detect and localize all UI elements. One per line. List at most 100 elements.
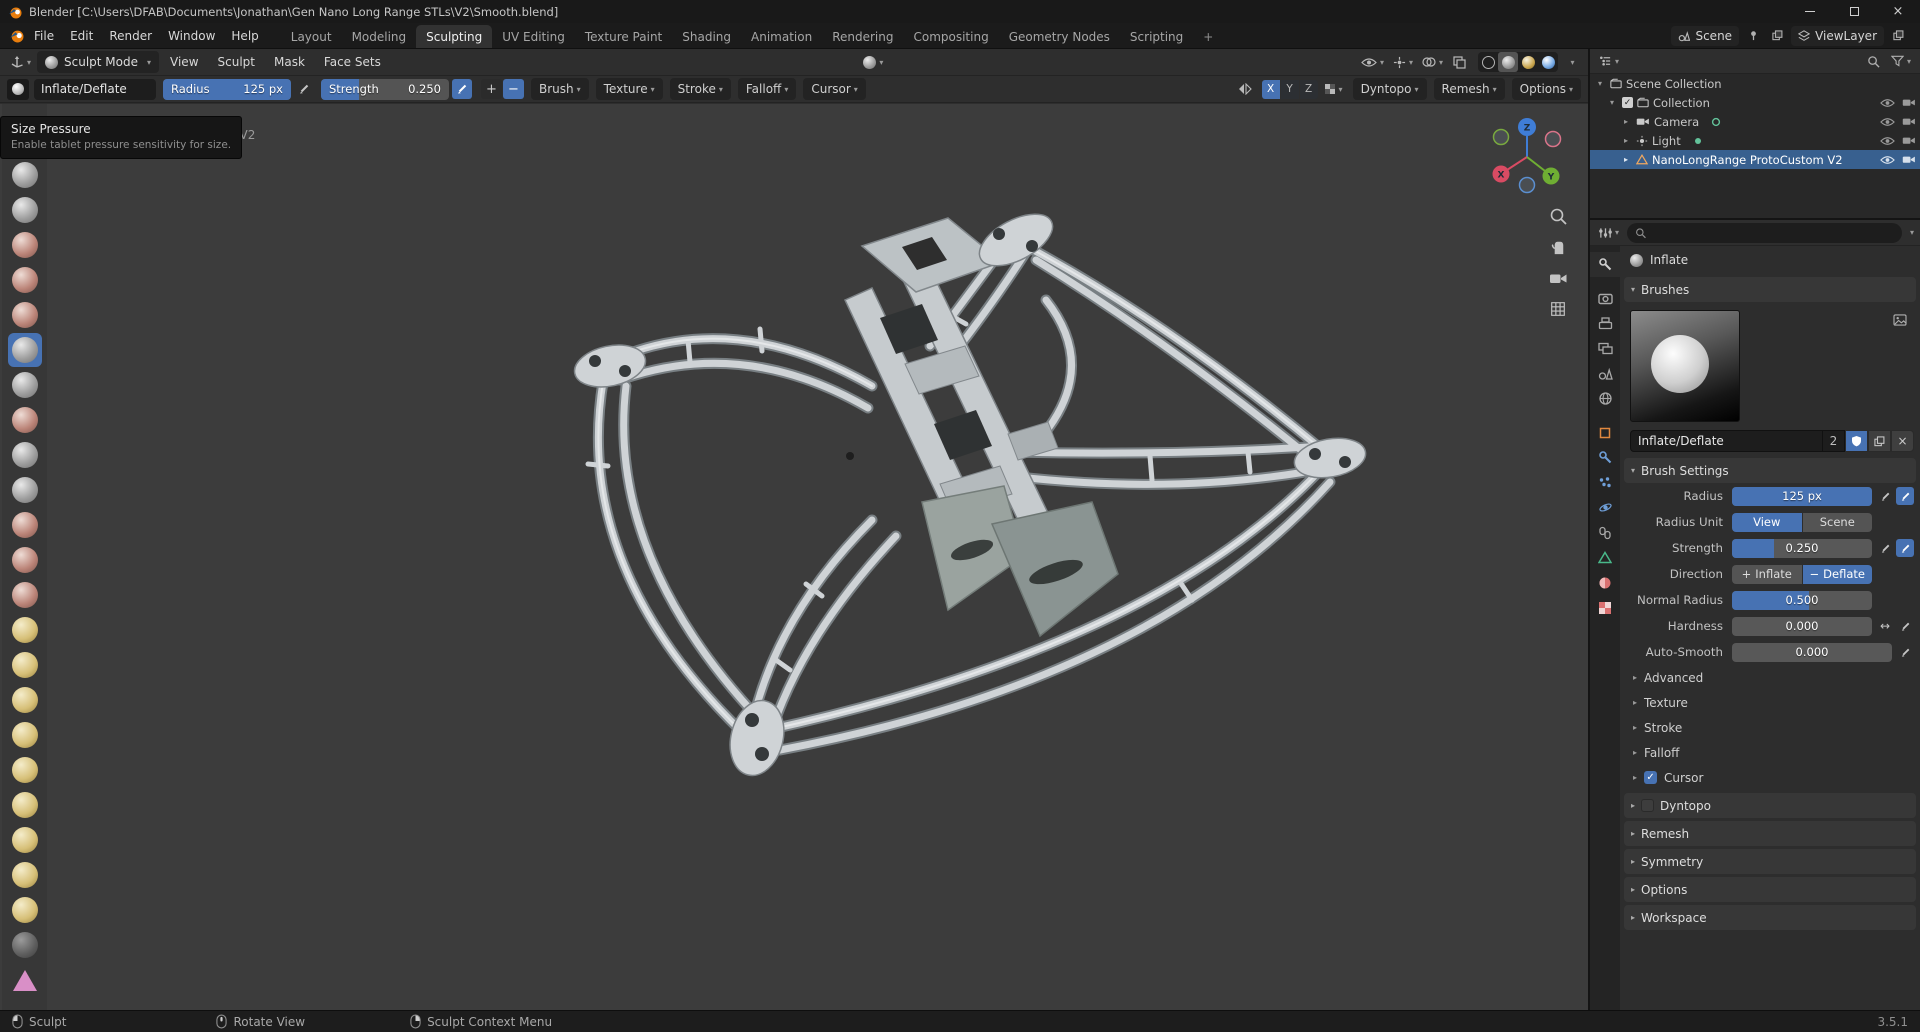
menu-sculpt[interactable]: Sculpt (210, 49, 263, 75)
tool-smooth[interactable] (8, 438, 42, 472)
symmetry-y-toggle[interactable]: Y (1281, 80, 1299, 99)
properties-search-input[interactable] (1651, 227, 1894, 239)
tool-crease[interactable] (8, 403, 42, 437)
tool-draw-sharp[interactable] (8, 193, 42, 227)
brushes-panel-header[interactable]: ▾ Brushes (1624, 277, 1916, 302)
workspace-tab-compositing[interactable]: Compositing (903, 25, 998, 48)
radius-unit-view-button[interactable]: View (1732, 513, 1802, 532)
tool-inflate[interactable] (8, 333, 42, 367)
brush-users-count[interactable]: 2 (1823, 430, 1845, 452)
render-visibility-toggle[interactable] (1902, 97, 1916, 108)
outliner-row-camera[interactable]: ▸ Camera (1590, 112, 1920, 131)
outliner-search-button[interactable] (1864, 51, 1884, 71)
disclosure-icon[interactable]: ▸ (1620, 155, 1632, 164)
symmetry-icon-button[interactable] (1235, 79, 1255, 99)
tool-clay-strips[interactable] (8, 263, 42, 297)
symmetry-z-toggle[interactable]: Z (1300, 80, 1318, 99)
strength-slider[interactable]: 0.250 (1732, 539, 1872, 558)
tool-pinch[interactable] (8, 578, 42, 612)
tool-clay[interactable] (8, 228, 42, 262)
workspace-tab-layout[interactable]: Layout (281, 25, 342, 48)
pan-button[interactable] (1548, 237, 1568, 257)
menu-view[interactable]: View (162, 49, 206, 75)
tool-elastic-deform[interactable] (8, 648, 42, 682)
texture-popover[interactable]: Texture▾ (596, 78, 663, 100)
properties-tab-data[interactable] (1590, 545, 1620, 570)
fake-user-toggle[interactable] (1845, 430, 1868, 452)
subpanel-texture[interactable]: ▸Texture (1620, 690, 1920, 715)
shading-rendered-button[interactable] (1538, 52, 1558, 72)
tool-boundary[interactable] (8, 893, 42, 927)
new-view-layer-button[interactable] (1888, 26, 1908, 46)
shading-material-button[interactable] (1518, 52, 1538, 72)
radius-pressure-toggle[interactable] (1896, 487, 1914, 505)
symmetry-x-toggle[interactable]: X (1262, 80, 1280, 99)
brush-settings-panel-header[interactable]: ▾ Brush Settings (1624, 458, 1916, 483)
shading-solid-button[interactable] (1498, 52, 1518, 72)
tool-clay-thumb[interactable] (8, 298, 42, 332)
hide-eye-toggle[interactable] (1880, 98, 1895, 108)
cursor-popover[interactable]: Cursor▾ (803, 78, 865, 100)
tool-grab[interactable] (8, 613, 42, 647)
brush-browse-button[interactable] (1890, 310, 1910, 330)
shading-wireframe-button[interactable] (1478, 52, 1498, 72)
subpanel-stroke[interactable]: ▸Stroke (1620, 715, 1920, 740)
strength-pressure-toggle[interactable] (1896, 539, 1914, 557)
axis-minus-x-handle[interactable] (1546, 132, 1561, 147)
menu-mask[interactable]: Mask (266, 49, 313, 75)
properties-tab-view-layer[interactable] (1590, 336, 1620, 361)
outliner-filter-button[interactable]: ▾ (1888, 51, 1914, 71)
radius-slider[interactable]: Radius 125 px (163, 79, 291, 100)
cursor-checkbox[interactable]: ✓ (1644, 771, 1657, 784)
tool-thumb[interactable] (8, 718, 42, 752)
strength-pressure-button[interactable] (452, 79, 472, 99)
outliner-row-nanolongrange[interactable]: ▸ NanoLongRange ProtoCustom V2 (1590, 150, 1920, 169)
properties-tab-scene[interactable] (1590, 361, 1620, 386)
disclosure-icon[interactable]: ▸ (1620, 117, 1632, 126)
falloff-popover[interactable]: Falloff▾ (738, 78, 796, 100)
add-workspace-button[interactable]: + (1193, 25, 1223, 48)
blender-menu-button[interactable] (6, 26, 26, 46)
options-popover[interactable]: Options▾ (1512, 78, 1581, 100)
disclosure-icon[interactable]: ▾ (1606, 98, 1618, 107)
brush-preview-image[interactable] (1630, 310, 1740, 422)
outliner-row-light[interactable]: ▸ Light (1590, 131, 1920, 150)
duplicate-brush-button[interactable] (1868, 430, 1891, 452)
brush-popover[interactable]: Brush▾ (531, 78, 589, 100)
properties-tab-physics[interactable] (1590, 495, 1620, 520)
object-visibility-dropdown[interactable]: ▾ (1358, 52, 1387, 72)
direction-deflate-button[interactable]: −Deflate (1803, 565, 1873, 584)
tool-mask[interactable] (8, 928, 42, 962)
radius-pressure-button[interactable] (294, 79, 314, 99)
radius-animate-button[interactable] (1876, 487, 1894, 505)
menu-file[interactable]: File (26, 23, 62, 48)
radius-unit-scene-button[interactable]: Scene (1803, 513, 1873, 532)
tool-flatten[interactable] (8, 473, 42, 507)
camera-view-button[interactable] (1548, 268, 1568, 288)
workspace-tab-shading[interactable]: Shading (672, 25, 741, 48)
direction-inflate-button[interactable]: + (481, 79, 502, 99)
view-layer-selector[interactable]: ViewLayer (1791, 26, 1884, 46)
shading-dropdown[interactable]: ▾ (1561, 52, 1581, 72)
properties-tab-texture[interactable] (1590, 595, 1620, 620)
workspace-tab-texture-paint[interactable]: Texture Paint (575, 25, 672, 48)
properties-editor-type-button[interactable]: ▾ (1596, 223, 1622, 243)
disclosure-icon[interactable]: ▾ (1594, 79, 1606, 88)
tool-fill[interactable] (8, 508, 42, 542)
subpanel-falloff[interactable]: ▸Falloff (1620, 740, 1920, 765)
close-button[interactable]: × (1876, 0, 1920, 23)
axis-minus-y-handle[interactable] (1494, 130, 1509, 145)
gizmos-dropdown[interactable]: ▾ (1390, 52, 1416, 72)
menu-face-sets[interactable]: Face Sets (316, 49, 389, 75)
tool-draw[interactable] (8, 158, 42, 192)
pin-scene-button[interactable] (1743, 26, 1763, 46)
hide-eye-toggle[interactable] (1880, 155, 1895, 165)
new-scene-button[interactable] (1767, 26, 1787, 46)
voxel-size-dropdown[interactable]: ▾ (1321, 79, 1346, 99)
strength-slider[interactable]: Strength 0.250 (321, 79, 449, 100)
workspace-tab-sculpting[interactable]: Sculpting (416, 25, 492, 48)
xray-toggle[interactable] (1449, 52, 1469, 72)
axis-minus-z-handle[interactable] (1520, 178, 1535, 193)
workspace-tab-animation[interactable]: Animation (741, 25, 822, 48)
strength-animate-button[interactable] (1876, 539, 1894, 557)
